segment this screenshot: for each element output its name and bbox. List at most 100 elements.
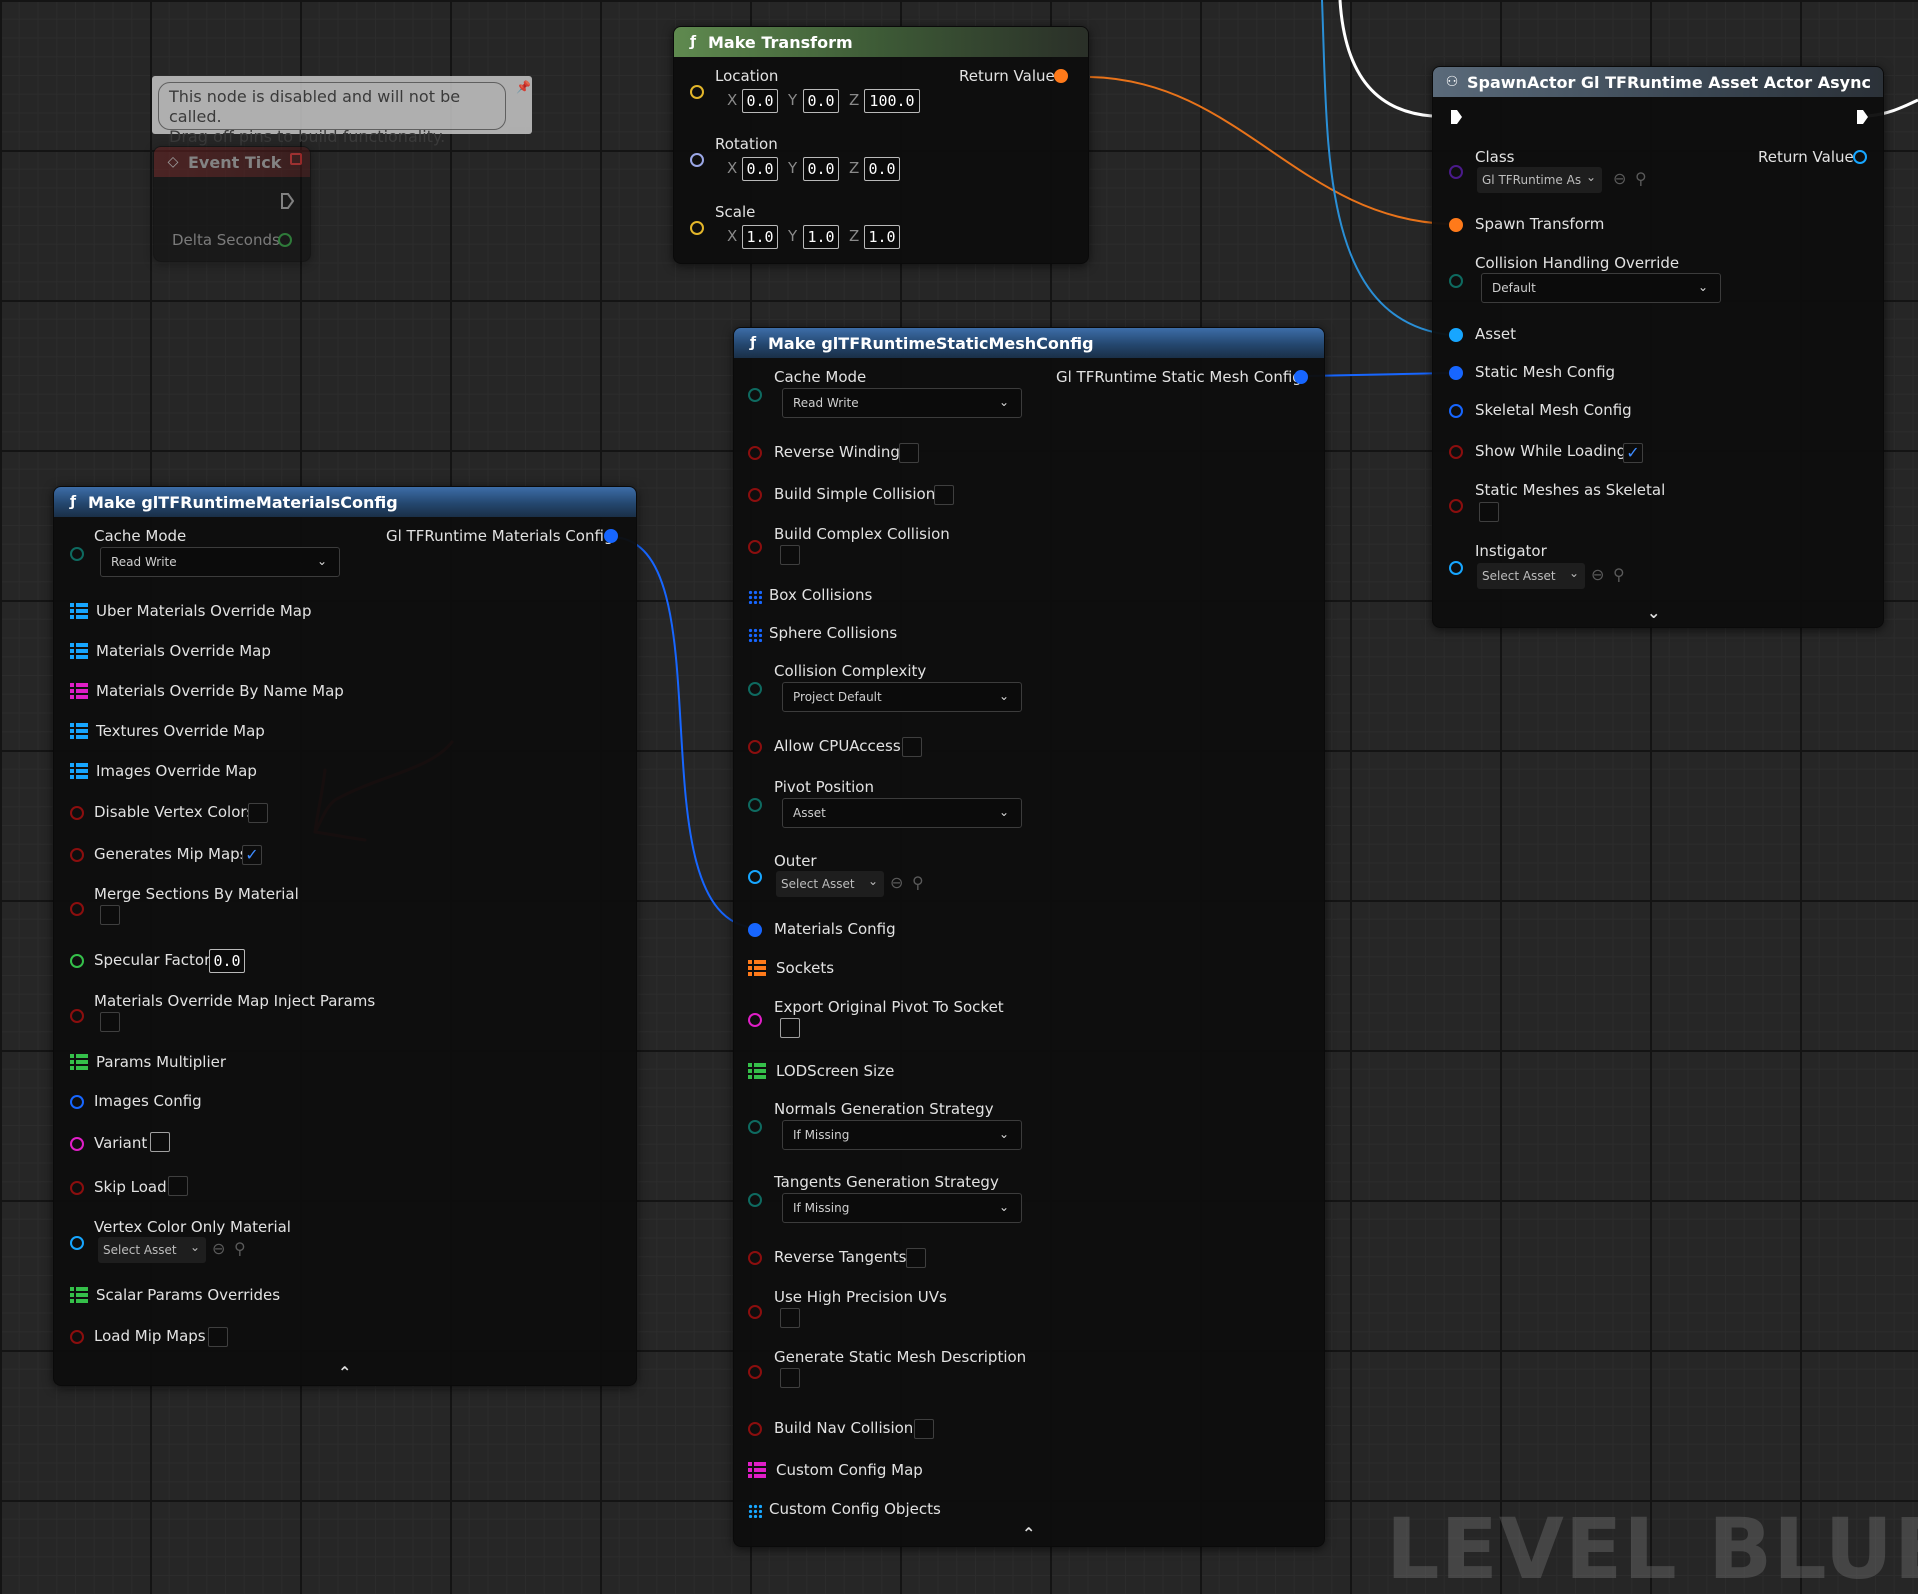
instigator-picker[interactable]: Select Asset ⌄ xyxy=(1477,563,1585,589)
specular-factor-pin[interactable] xyxy=(70,954,84,968)
use-selected-icon[interactable]: ⊖ xyxy=(1613,169,1626,188)
show-while-loading-checkbox[interactable]: ✓ xyxy=(1623,443,1643,463)
scalar-params-overrides-pin[interactable] xyxy=(70,1287,88,1303)
make-transform-header[interactable]: ƒ Make Transform xyxy=(674,27,1088,57)
materials-override-map-pin[interactable] xyxy=(70,643,88,659)
reverse-tangents-checkbox[interactable] xyxy=(906,1248,926,1268)
materials-config-pin[interactable] xyxy=(748,923,762,937)
custom-config-map-pin[interactable] xyxy=(748,1462,766,1478)
rotation-x-input[interactable]: 0.0 xyxy=(742,157,778,181)
collision-handling-pin[interactable] xyxy=(1449,274,1463,288)
static-mesh-config-header[interactable]: ƒ Make glTFRuntimeStaticMeshConfig xyxy=(734,328,1324,358)
materials-config-header[interactable]: ƒ Make glTFRuntimeMaterialsConfig xyxy=(54,487,636,517)
build-nav-collision-checkbox[interactable] xyxy=(914,1419,934,1439)
textures-override-map-pin[interactable] xyxy=(70,723,88,739)
collapse-chevron-icon[interactable]: ⌃ xyxy=(1022,1524,1035,1543)
event-tick-header[interactable]: ◇ Event Tick xyxy=(154,147,310,177)
images-config-pin[interactable] xyxy=(70,1095,84,1109)
materials-override-by-name-map-pin[interactable] xyxy=(70,683,88,699)
collapse-chevron-icon[interactable]: ⌃ xyxy=(338,1363,351,1382)
collision-complexity-pin[interactable] xyxy=(748,682,762,696)
scale-y-input[interactable]: 1.0 xyxy=(803,225,839,249)
browse-search-icon[interactable]: ⚲ xyxy=(1613,565,1625,584)
use-selected-icon[interactable]: ⊖ xyxy=(1591,565,1604,584)
show-while-loading-pin[interactable] xyxy=(1449,445,1463,459)
uber-materials-override-map-pin[interactable] xyxy=(70,603,88,619)
return-value-pin[interactable] xyxy=(1853,150,1867,164)
export-original-pivot-pin[interactable] xyxy=(748,1013,762,1027)
skeletal-mesh-config-pin[interactable] xyxy=(1449,404,1463,418)
vertex-color-only-material-pin[interactable] xyxy=(70,1236,84,1250)
use-selected-icon[interactable]: ⊖ xyxy=(890,873,903,892)
pivot-position-pin[interactable] xyxy=(748,798,762,812)
event-tick-node[interactable]: ◇ Event Tick Delta Seconds xyxy=(153,146,311,262)
static-mesh-config-pin[interactable] xyxy=(1449,366,1463,380)
generates-mip-maps-pin[interactable] xyxy=(70,848,84,862)
cache-mode-dropdown[interactable]: Read Write ⌄ xyxy=(100,547,340,577)
specular-factor-input[interactable]: 0.0 xyxy=(209,949,245,973)
exec-out-pin[interactable] xyxy=(1855,109,1869,125)
rotation-z-input[interactable]: 0.0 xyxy=(864,157,900,181)
reverse-tangents-pin[interactable] xyxy=(748,1251,762,1265)
reverse-winding-pin[interactable] xyxy=(748,446,762,460)
cache-mode-pin[interactable] xyxy=(70,547,84,561)
scale-pin[interactable] xyxy=(690,221,704,235)
materials-override-map-inject-params-pin[interactable] xyxy=(70,1009,84,1023)
materials-config-output-pin[interactable] xyxy=(604,529,618,543)
normals-strategy-dropdown[interactable]: If Missing ⌄ xyxy=(782,1120,1022,1150)
build-nav-collision-pin[interactable] xyxy=(748,1422,762,1436)
collision-handling-dropdown[interactable]: Default ⌄ xyxy=(1481,273,1721,303)
build-simple-collision-pin[interactable] xyxy=(748,488,762,502)
spawn-actor-header[interactable]: ⚇ SpawnActor Gl TFRuntime Asset Actor As… xyxy=(1433,67,1883,97)
outer-pin[interactable] xyxy=(748,870,762,884)
make-transform-node[interactable]: ƒ Make Transform Location Return Value X… xyxy=(673,26,1089,264)
transform-return-pin[interactable] xyxy=(1054,69,1068,83)
scale-x-input[interactable]: 1.0 xyxy=(742,225,778,249)
browse-search-icon[interactable]: ⚲ xyxy=(1635,169,1647,188)
static-meshes-as-skeletal-pin[interactable] xyxy=(1449,499,1463,513)
instigator-pin[interactable] xyxy=(1449,561,1463,575)
class-picker[interactable]: Gl TFRuntime As ⌄ xyxy=(1477,167,1602,193)
spawn-actor-node[interactable]: ⚇ SpawnActor Gl TFRuntime Asset Actor As… xyxy=(1432,66,1884,628)
scale-z-input[interactable]: 1.0 xyxy=(864,225,900,249)
location-y-input[interactable]: 0.0 xyxy=(803,89,839,113)
spawn-transform-pin[interactable] xyxy=(1449,218,1463,232)
location-pin[interactable] xyxy=(690,85,704,99)
skip-load-checkbox[interactable] xyxy=(168,1176,188,1196)
rotation-pin[interactable] xyxy=(690,153,704,167)
pivot-position-dropdown[interactable]: Asset ⌄ xyxy=(782,798,1022,828)
sphere-collisions-pin[interactable] xyxy=(748,628,762,642)
load-mip-maps-pin[interactable] xyxy=(70,1330,84,1344)
collision-complexity-dropdown[interactable]: Project Default ⌄ xyxy=(782,682,1022,712)
tangents-strategy-pin[interactable] xyxy=(748,1193,762,1207)
materials-override-map-inject-params-checkbox[interactable] xyxy=(100,1012,120,1032)
browse-search-icon[interactable]: ⚲ xyxy=(234,1239,246,1258)
browse-search-icon[interactable]: ⚲ xyxy=(912,873,924,892)
allow-cpu-access-pin[interactable] xyxy=(748,740,762,754)
exec-out-pin[interactable] xyxy=(280,193,294,209)
tangents-strategy-dropdown[interactable]: If Missing ⌄ xyxy=(782,1193,1022,1223)
delta-seconds-pin[interactable] xyxy=(278,233,292,247)
vertex-color-only-material-picker[interactable]: Select Asset ⌄ xyxy=(98,1237,206,1263)
disable-vertex-colors-checkbox[interactable] xyxy=(248,803,268,823)
pin-icon[interactable]: 📌 xyxy=(516,80,531,94)
variant-checkbox[interactable] xyxy=(150,1132,170,1152)
static-mesh-config-node[interactable]: ƒ Make glTFRuntimeStaticMeshConfig Cache… xyxy=(733,327,1325,1547)
build-complex-collision-checkbox[interactable] xyxy=(780,545,800,565)
class-pin[interactable] xyxy=(1449,165,1463,179)
expand-chevron-icon[interactable]: ⌄ xyxy=(1647,603,1660,622)
box-collisions-pin[interactable] xyxy=(748,590,762,604)
merge-sections-by-material-pin[interactable] xyxy=(70,902,84,916)
skip-load-pin[interactable] xyxy=(70,1181,84,1195)
images-override-map-pin[interactable] xyxy=(70,763,88,779)
location-x-input[interactable]: 0.0 xyxy=(742,89,778,113)
build-simple-collision-checkbox[interactable] xyxy=(934,485,954,505)
generate-static-mesh-description-pin[interactable] xyxy=(748,1365,762,1379)
exec-in-pin[interactable] xyxy=(1449,109,1463,125)
generate-static-mesh-description-checkbox[interactable] xyxy=(780,1368,800,1388)
location-z-input[interactable]: 100.0 xyxy=(864,89,920,113)
rotation-y-input[interactable]: 0.0 xyxy=(803,157,839,181)
event-delegate-icon[interactable] xyxy=(290,153,302,165)
custom-config-objects-pin[interactable] xyxy=(748,1504,762,1518)
disable-vertex-colors-pin[interactable] xyxy=(70,806,84,820)
